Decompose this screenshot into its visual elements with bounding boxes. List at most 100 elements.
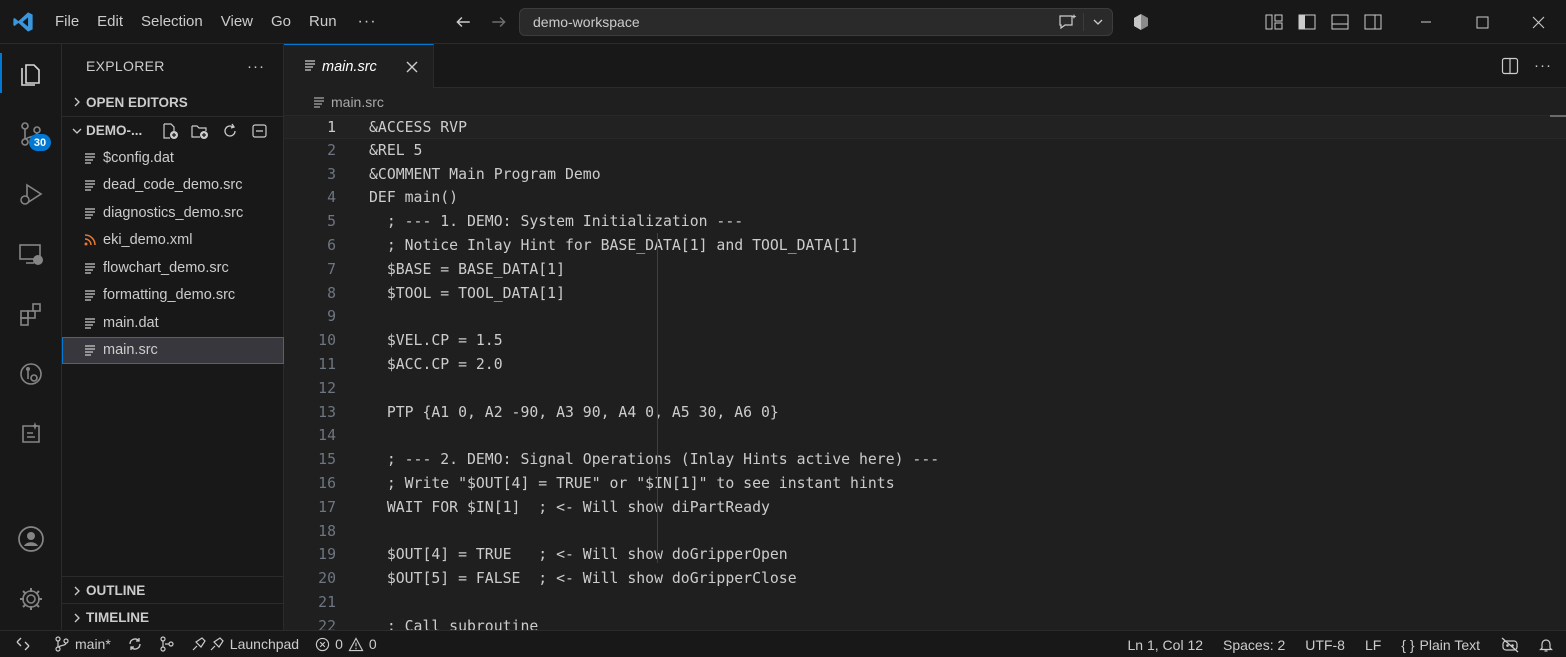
minimize-icon[interactable] [1398, 0, 1454, 44]
code-line[interactable]: 3 &COMMENT Main Program Demo [284, 163, 1566, 187]
new-folder-icon[interactable] [190, 121, 210, 141]
code-line[interactable]: 10 $VEL.CP = 1.5 [284, 329, 1566, 353]
file-item-dead-code-demo[interactable]: dead_code_demo.src [62, 172, 284, 200]
encoding-status[interactable]: UTF-8 [1295, 631, 1355, 657]
timeline-section[interactable]: TIMELINE [62, 603, 284, 631]
chat-sparkle-icon[interactable] [1053, 9, 1083, 35]
code-editor[interactable]: 1 &ACCESS RVP 2 &REL 5 3 &COMMENT Main Progra… [284, 115, 1566, 630]
new-file-icon[interactable] [160, 121, 180, 141]
launchpad-status[interactable]: Launchpad [183, 631, 307, 657]
forward-arrow-icon[interactable] [488, 11, 510, 33]
back-arrow-icon[interactable] [452, 11, 474, 33]
account-icon[interactable] [0, 513, 62, 565]
eol-status[interactable]: LF [1355, 631, 1391, 657]
line-text[interactable]: ; Call subroutine [369, 615, 538, 630]
file-item-main-dat[interactable]: main.dat [62, 309, 284, 337]
maximize-icon[interactable] [1454, 0, 1510, 44]
breadcrumb-file[interactable]: main.src [331, 94, 384, 110]
refresh-icon[interactable] [220, 121, 240, 141]
code-line[interactable]: 21 [284, 591, 1566, 615]
toggle-panel-icon[interactable] [1328, 10, 1352, 34]
line-text[interactable]: WAIT FOR $IN[1] ; <- Will show diPartRea… [369, 496, 770, 520]
explorer-files-icon[interactable] [0, 47, 62, 99]
code-line[interactable]: 20 $OUT[5] = FALSE ; <- Will show doGrip… [284, 567, 1566, 591]
open-editors-section[interactable]: OPEN EDITORS [62, 88, 284, 116]
tab-main-src[interactable]: main.src [284, 44, 434, 88]
remote-explorer-icon[interactable] [0, 228, 62, 280]
code-line[interactable]: 4 DEF main() [284, 186, 1566, 210]
copilot-icon[interactable] [1128, 9, 1154, 35]
run-debug-icon[interactable] [0, 168, 62, 220]
gitlens-icon[interactable] [0, 348, 62, 400]
line-text[interactable]: DEF main() [369, 186, 458, 210]
command-center-search[interactable]: demo-workspace [519, 8, 1113, 36]
line-text[interactable]: &REL 5 [369, 139, 422, 163]
breadcrumb[interactable]: main.src [284, 88, 1566, 115]
workspace-folder-section[interactable]: DEMO-... [62, 116, 284, 144]
line-text[interactable]: $VEL.CP = 1.5 [369, 329, 503, 353]
menu-edit[interactable]: Edit [88, 0, 132, 44]
copilot-disabled-icon[interactable] [1490, 631, 1530, 657]
line-text[interactable]: ; Notice Inlay Hint for BASE_DATA[1] and… [369, 234, 859, 258]
notifications-bell-icon[interactable] [1530, 631, 1566, 657]
line-text[interactable]: $OUT[4] = TRUE ; <- Will show doGripperO… [369, 543, 788, 567]
menu-run[interactable]: Run [300, 0, 346, 44]
language-mode[interactable]: { } Plain Text [1391, 631, 1490, 657]
line-text[interactable]: $BASE = BASE_DATA[1] [369, 258, 565, 282]
line-text[interactable]: ; Write "$OUT[4] = TRUE" or "$IN[1]" to … [369, 472, 895, 496]
split-editor-icon[interactable] [1498, 54, 1522, 78]
line-text[interactable]: ; --- 2. DEMO: Signal Operations (Inlay … [369, 448, 939, 472]
menu-go[interactable]: Go [262, 0, 300, 44]
settings-gear-icon[interactable] [0, 573, 62, 625]
menu-selection[interactable]: Selection [132, 0, 212, 44]
close-icon[interactable] [401, 56, 423, 78]
code-line[interactable]: 9 [284, 305, 1566, 329]
indentation-status[interactable]: Spaces: 2 [1213, 631, 1295, 657]
line-text[interactable]: PTP {A1 0, A2 -90, A3 90, A4 0, A5 30, A… [369, 401, 779, 425]
file-item-main-src[interactable]: main.src [62, 336, 284, 364]
sync-icon[interactable] [119, 631, 151, 657]
file-item-diagnostics-demo[interactable]: diagnostics_demo.src [62, 199, 284, 227]
file-item-config-dat[interactable]: $config.dat [62, 144, 284, 172]
code-line[interactable]: 16 ; Write "$OUT[4] = TRUE" or "$IN[1]" … [284, 472, 1566, 496]
chevron-down-icon[interactable] [1084, 9, 1112, 35]
code-line[interactable]: 17 WAIT FOR $IN[1] ; <- Will show diPart… [284, 496, 1566, 520]
line-text[interactable]: &ACCESS RVP [369, 116, 467, 140]
source-control-icon[interactable] [0, 108, 62, 160]
file-item-formatting-demo[interactable]: formatting_demo.src [62, 282, 284, 310]
editor-more-button[interactable]: ··· [1534, 54, 1552, 78]
menu-more-button[interactable]: ··· [346, 0, 389, 44]
collapse-all-icon[interactable] [250, 121, 270, 141]
line-text[interactable]: &COMMENT Main Program Demo [369, 163, 601, 187]
line-text[interactable]: $TOOL = TOOL_DATA[1] [369, 282, 565, 306]
code-line[interactable]: 2 &REL 5 [284, 139, 1566, 163]
problems-status[interactable]: 0 0 [307, 631, 385, 657]
line-text[interactable]: $ACC.CP = 2.0 [369, 353, 503, 377]
line-text[interactable]: ; --- 1. DEMO: System Initialization --- [369, 210, 743, 234]
code-line[interactable]: 22 ; Call subroutine [284, 615, 1566, 630]
code-line[interactable]: 11 $ACC.CP = 2.0 [284, 353, 1566, 377]
toggle-primary-sidebar-icon[interactable] [1295, 10, 1319, 34]
file-item-flowchart-demo[interactable]: flowchart_demo.src [62, 254, 284, 282]
code-line[interactable]: 7 $BASE = BASE_DATA[1] [284, 258, 1566, 282]
close-window-icon[interactable] [1510, 0, 1566, 44]
code-line[interactable]: 5 ; --- 1. DEMO: System Initialization -… [284, 210, 1566, 234]
graph-icon[interactable] [151, 631, 183, 657]
menu-file[interactable]: File [46, 0, 88, 44]
explorer-more-button[interactable]: ··· [247, 58, 265, 75]
cursor-position[interactable]: Ln 1, Col 12 [1118, 631, 1214, 657]
code-line[interactable]: 18 [284, 520, 1566, 544]
code-line[interactable]: 15 ; --- 2. DEMO: Signal Operations (Inl… [284, 448, 1566, 472]
toggle-secondary-sidebar-icon[interactable] [1361, 10, 1385, 34]
branch-status[interactable]: main* [46, 631, 119, 657]
code-line[interactable]: 14 [284, 424, 1566, 448]
menu-view[interactable]: View [212, 0, 262, 44]
extensions-icon[interactable] [0, 288, 62, 340]
remote-indicator-icon[interactable] [0, 631, 46, 657]
line-text[interactable]: $OUT[5] = FALSE ; <- Will show doGripper… [369, 567, 797, 591]
code-line[interactable]: 8 $TOOL = TOOL_DATA[1] [284, 282, 1566, 306]
code-line[interactable]: 13 PTP {A1 0, A2 -90, A3 90, A4 0, A5 30… [284, 401, 1566, 425]
outline-section[interactable]: OUTLINE [62, 576, 284, 604]
code-line[interactable]: 12 [284, 377, 1566, 401]
code-line[interactable]: 6 ; Notice Inlay Hint for BASE_DATA[1] a… [284, 234, 1566, 258]
